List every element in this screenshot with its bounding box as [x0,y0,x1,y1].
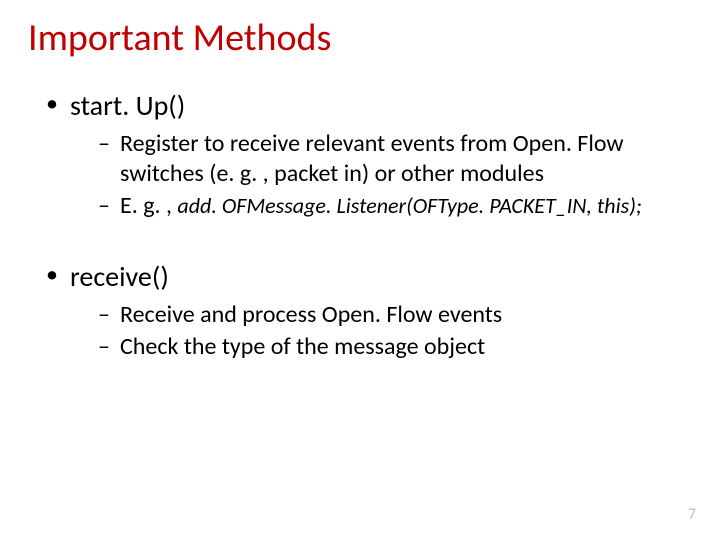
bullet-list-2: receive() Receive and process Open. Flow… [28,259,692,362]
sub-example-code: E. g. , add. OFMessage. Listener(OFType.… [98,191,692,221]
page-number: 7 [688,505,696,524]
sub-receive-process-text: Receive and process Open. Flow events [120,300,502,329]
bullet-receive-sub: Receive and process Open. Flow events Ch… [70,300,692,362]
bullet-startup-label: start. Up() [70,88,185,123]
bullet-list: start. Up() Register to receive relevant… [28,88,692,221]
spacer [28,225,692,259]
slide-title: Important Methods [28,18,692,60]
slide: Important Methods start. Up() Register t… [0,0,720,540]
sub-register-events: Register to receive relevant events from… [98,129,692,189]
bullet-receive-label: receive() [70,259,169,294]
sub-example-prefix: E. g. , [120,191,177,220]
bullet-startup: start. Up() Register to receive relevant… [46,88,692,221]
sub-check-type: Check the type of the message object [98,332,692,362]
sub-check-type-text: Check the type of the message object [120,332,485,361]
bullet-startup-sub: Register to receive relevant events from… [70,129,692,221]
bullet-receive: receive() Receive and process Open. Flow… [46,259,692,362]
sub-register-events-text: Register to receive relevant events from… [120,129,624,188]
sub-example-code-text: add. OFMessage. Listener(OFType. PACKET_… [177,192,641,219]
sub-receive-process: Receive and process Open. Flow events [98,300,692,330]
